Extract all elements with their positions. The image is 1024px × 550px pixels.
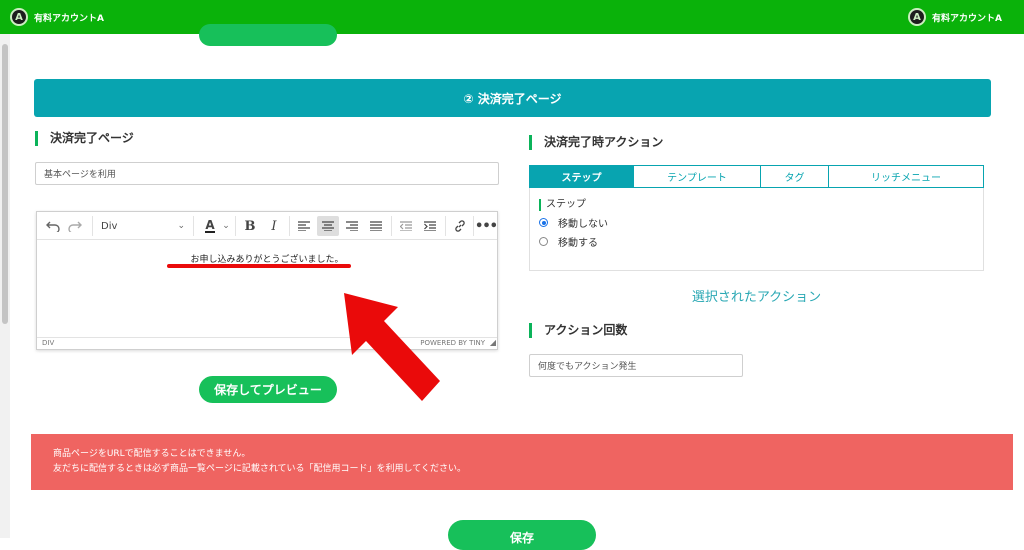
tab-rich-menu[interactable]: リッチメニュー [829, 166, 983, 187]
avatar: A [908, 8, 926, 26]
align-left-icon[interactable] [293, 216, 315, 236]
toolbar-divider [193, 216, 194, 236]
link-icon[interactable] [449, 216, 471, 236]
toolbar-divider [445, 216, 446, 236]
toolbar-divider [92, 216, 93, 236]
indent-icon[interactable] [419, 216, 441, 236]
radio-label: 移動しない [558, 219, 608, 230]
save-preview-button[interactable]: 保存してプレビュー [199, 376, 337, 403]
panel-title: ステップ [539, 199, 586, 211]
alert-line-2: 友だちに配信するときは必ず商品一覧ページに記載されている「配信用コード」を利用し… [53, 464, 467, 474]
element-path: DIV [42, 339, 55, 347]
text-color-icon[interactable]: A [199, 216, 221, 236]
action-count-select[interactable]: 何度でもアクション発生 [529, 354, 743, 377]
action-tabs: ステップ テンプレート タグ リッチメニュー [529, 165, 984, 188]
radio-no-move[interactable]: 移動しない [539, 215, 608, 230]
align-justify-icon[interactable] [365, 216, 387, 236]
resize-handle-icon[interactable]: ◢ [490, 338, 496, 347]
action-count-title: アクション回数 [529, 323, 627, 338]
toolbar-divider [473, 216, 474, 236]
page-scrollbar[interactable] [0, 34, 10, 538]
block-format-value: Div [101, 220, 118, 232]
toolbar-divider [235, 216, 236, 236]
alert-line-1: 商品ページをURLで配信することはできません。 [53, 449, 251, 459]
tab-template[interactable]: テンプレート [634, 166, 761, 187]
undo-icon[interactable] [43, 216, 63, 236]
chevron-down-icon: ⌄ [177, 221, 185, 231]
scrollbar-thumb[interactable] [2, 44, 8, 324]
toolbar-divider [391, 216, 392, 236]
editor-toolbar: Div ⌄ A ⌄ B I ••• [37, 212, 498, 240]
more-icon[interactable]: ••• [475, 216, 498, 236]
save-button[interactable]: 保存 [448, 520, 596, 550]
chevron-down-icon[interactable]: ⌄ [221, 216, 231, 236]
radio-checked-icon [539, 218, 548, 227]
annotation-underline [167, 264, 351, 268]
section-banner: ② 決済完了ページ [34, 79, 991, 117]
account-name: 有料アカウントA [34, 13, 104, 24]
account-name: 有料アカウントA [932, 13, 1002, 24]
redo-icon[interactable] [65, 216, 85, 236]
avatar: A [10, 8, 28, 26]
tab-step[interactable]: ステップ [530, 166, 634, 187]
completion-action-title: 決済完了時アクション [529, 135, 663, 150]
radio-unchecked-icon [539, 237, 548, 246]
warning-alert: 商品ページをURLで配信することはできません。 友だちに配信するときは必ず商品一… [31, 434, 1013, 490]
top-bar: A 有料アカウントA A 有料アカウントA [0, 0, 1024, 34]
tab-panel: ステップ 移動しない 移動する [529, 188, 984, 271]
toolbar-divider [289, 216, 290, 236]
tab-tag[interactable]: タグ [761, 166, 829, 187]
selected-action-heading: 選択されたアクション [691, 290, 822, 305]
account-switcher-left[interactable]: A 有料アカウントA [10, 8, 104, 26]
block-format-select[interactable]: Div ⌄ [97, 216, 189, 236]
top-cutoff-button[interactable] [199, 24, 337, 46]
italic-icon[interactable]: I [263, 216, 285, 236]
page-type-select[interactable]: 基本ページを利用 [35, 162, 499, 185]
outdent-icon[interactable] [395, 216, 417, 236]
annotation-arrow-icon [344, 293, 440, 401]
align-center-icon[interactable] [317, 216, 339, 236]
align-right-icon[interactable] [341, 216, 363, 236]
radio-label: 移動する [558, 238, 598, 249]
completion-page-title: 決済完了ページ [35, 131, 134, 146]
bold-icon[interactable]: B [239, 216, 261, 236]
account-menu-right[interactable]: A 有料アカウントA [908, 8, 1002, 26]
radio-move[interactable]: 移動する [539, 234, 598, 249]
